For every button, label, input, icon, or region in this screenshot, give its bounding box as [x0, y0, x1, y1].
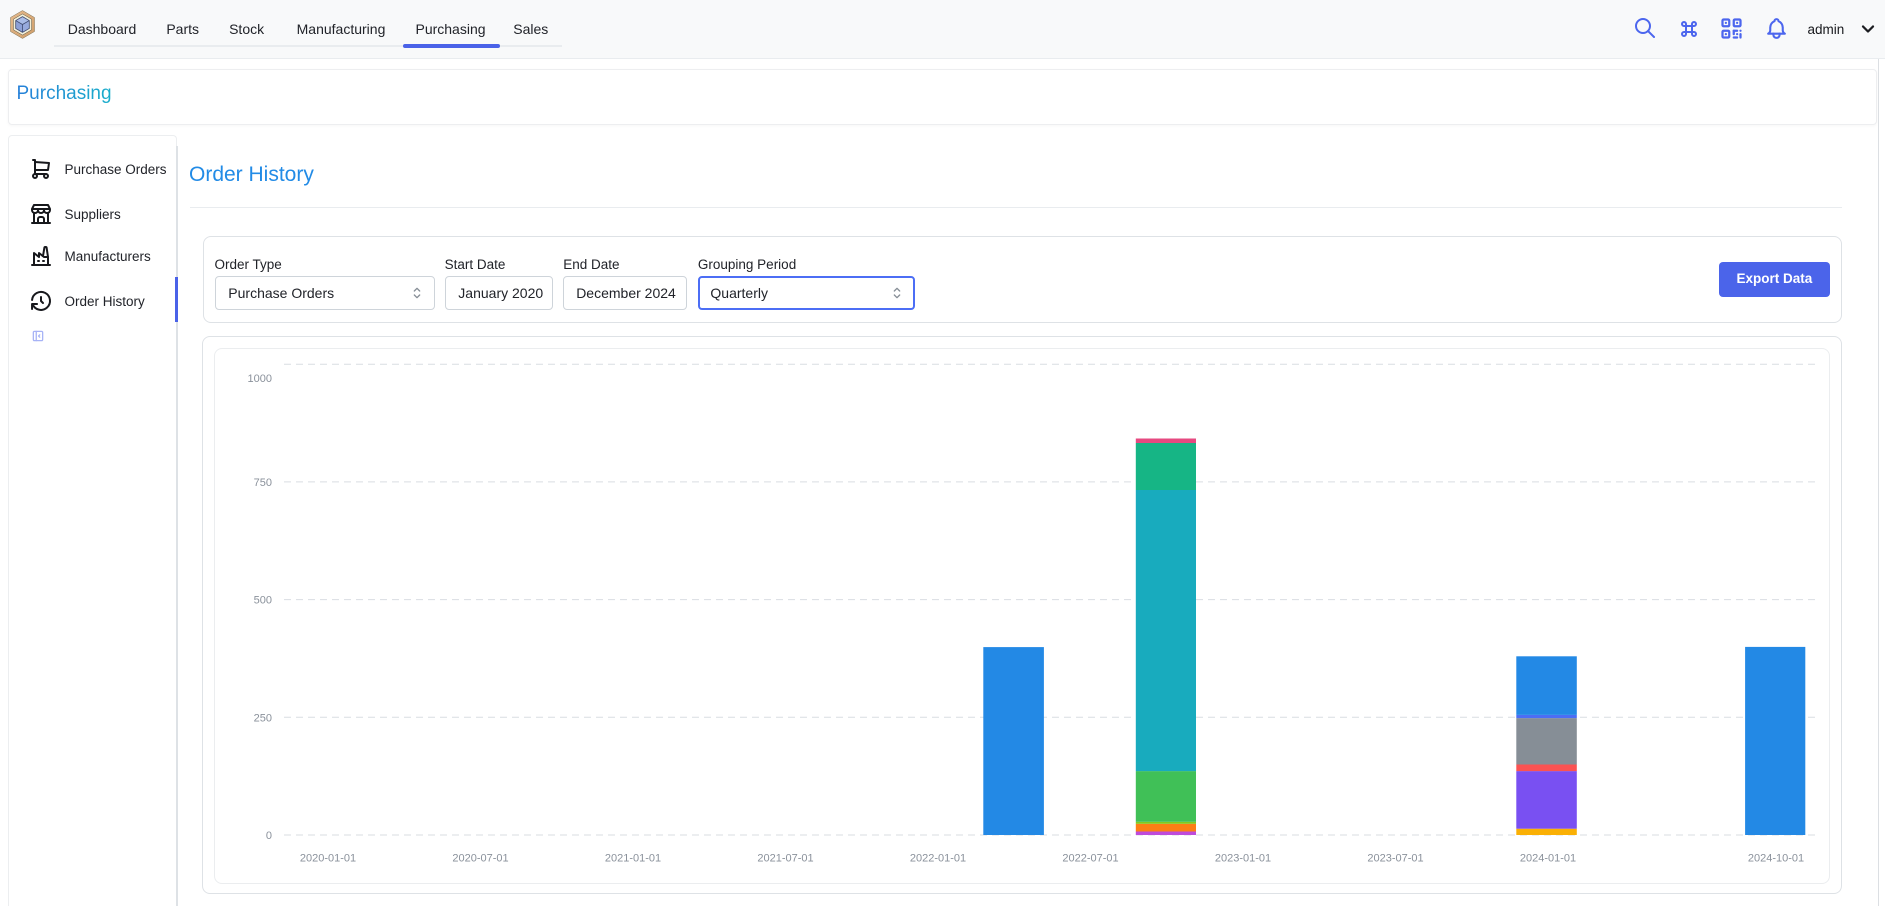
svg-text:2024-10-01: 2024-10-01 — [1748, 853, 1804, 865]
svg-text:2022-01-01: 2022-01-01 — [910, 853, 966, 865]
svg-text:500: 500 — [254, 595, 272, 607]
svg-text:750: 750 — [254, 477, 272, 489]
svg-text:2021-01-01: 2021-01-01 — [605, 853, 661, 865]
svg-text:250: 250 — [254, 712, 272, 724]
svg-text:2022-07-01: 2022-07-01 — [1062, 853, 1118, 865]
svg-text:2020-01-01: 2020-01-01 — [300, 853, 356, 865]
svg-text:2023-01-01: 2023-01-01 — [1215, 853, 1271, 865]
svg-text:2024-01-01: 2024-01-01 — [1520, 853, 1576, 865]
svg-text:0: 0 — [266, 830, 272, 842]
svg-text:1000: 1000 — [248, 373, 272, 385]
svg-text:2020-07-01: 2020-07-01 — [452, 853, 508, 865]
svg-text:2023-07-01: 2023-07-01 — [1367, 853, 1423, 865]
svg-text:2021-07-01: 2021-07-01 — [757, 853, 813, 865]
